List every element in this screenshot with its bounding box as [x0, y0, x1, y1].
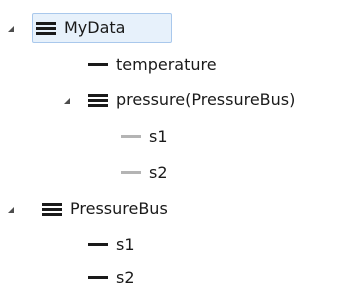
signal-icon	[88, 55, 108, 75]
bus-icon	[88, 90, 108, 110]
tree-node-temperature[interactable]: temperature	[88, 50, 217, 80]
signal-icon	[88, 268, 108, 288]
tree-node-s2-muted[interactable]: s2	[121, 158, 168, 188]
tree-node-label: s1	[149, 127, 168, 146]
tree-node-label: s1	[116, 235, 135, 254]
expander-icon[interactable]	[62, 96, 72, 106]
tree-node-s1[interactable]: s1	[88, 230, 135, 260]
tree-node-label: MyData	[64, 18, 126, 37]
tree-node-pressure[interactable]: pressure(PressureBus)	[88, 85, 295, 115]
expander-icon[interactable]	[6, 24, 16, 34]
signal-icon	[121, 163, 141, 183]
tree-node-s2[interactable]: s2	[88, 263, 135, 293]
tree-node-label: pressure(PressureBus)	[116, 90, 296, 109]
data-tree: MyData temperature pressure(PressureBus)	[0, 0, 345, 290]
expander-icon[interactable]	[6, 205, 16, 215]
tree-node-mydata[interactable]: MyData	[32, 13, 172, 43]
tree-node-label: PressureBus	[70, 199, 168, 218]
tree-node-s1-muted[interactable]: s1	[121, 122, 168, 152]
signal-icon	[88, 235, 108, 255]
bus-icon	[36, 18, 56, 38]
bus-icon	[42, 199, 62, 219]
tree-node-pressurebus[interactable]: PressureBus	[42, 194, 168, 224]
tree-node-label: s2	[116, 268, 135, 287]
signal-icon	[121, 127, 141, 147]
tree-node-label: temperature	[116, 55, 217, 74]
tree-node-label: s2	[149, 163, 168, 182]
